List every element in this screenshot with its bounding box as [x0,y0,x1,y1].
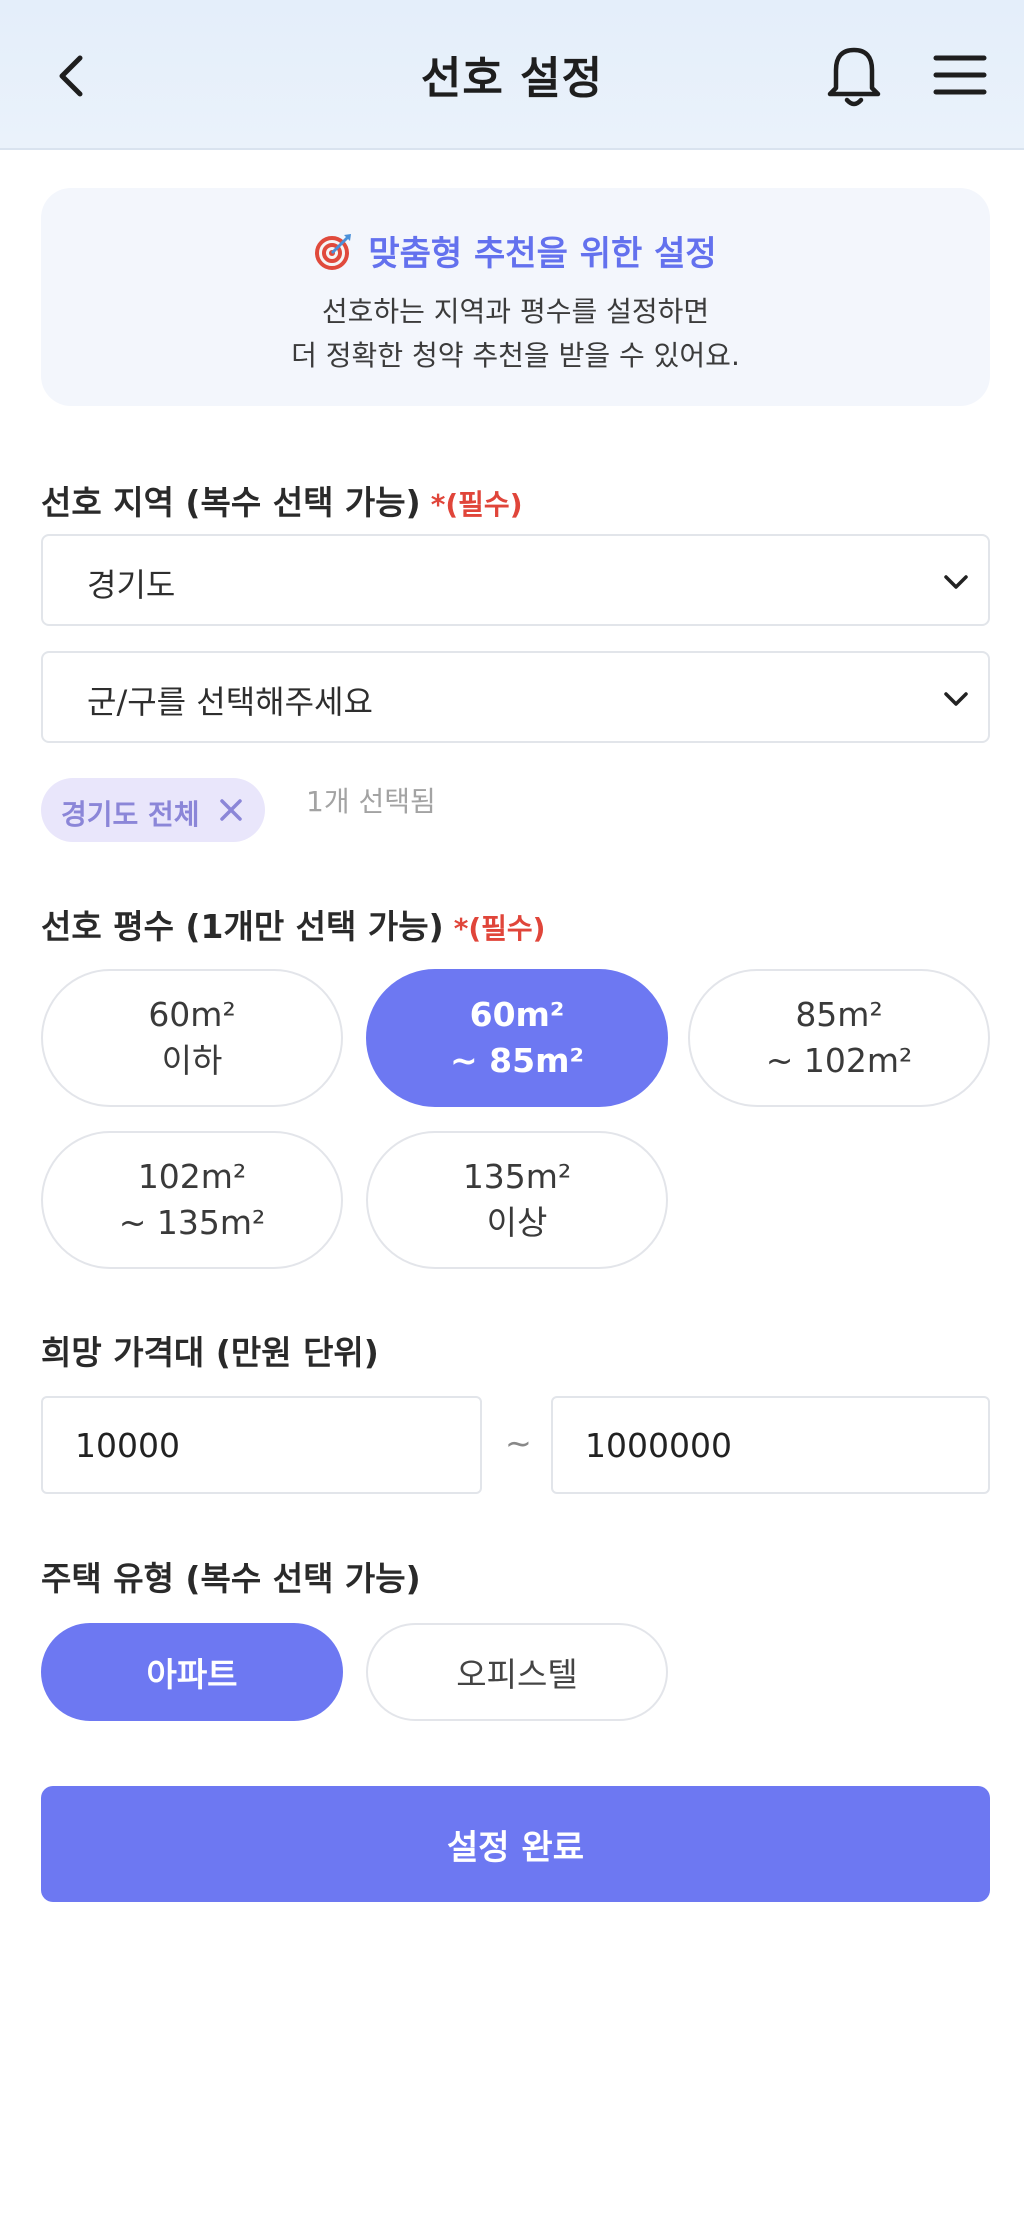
house-type-label: 오피스텔 [456,1655,578,1694]
size-option-1[interactable]: 60m² 이하 [41,969,343,1107]
province-select[interactable]: 경기도 [41,534,990,626]
info-card: 맞춤형 추천을 위한 설정 선호하는 지역과 평수를 설정하면 더 정확한 청약… [41,188,990,406]
size-option-line2: ~ 135m² [118,1203,266,1242]
chip-label: 경기도 전체 [61,798,200,831]
size-section-label: 선호 평수 (1개만 선택 가능) *(필수) [41,900,545,948]
chevron-down-icon [944,575,968,589]
selected-count: 1개 선택됨 [306,785,436,818]
district-select[interactable]: 군/구를 선택해주세요 [41,651,990,743]
hamburger-menu-icon [933,55,987,95]
bell-icon [827,47,881,107]
size-option-line1: 135m² [462,1157,572,1196]
price-min-value: 10000 [75,1426,180,1465]
size-option-line2: ~ 102m² [765,1041,913,1080]
size-option-line1: 60m² [469,995,565,1034]
size-label: 선호 평수 (1개만 선택 가능) [41,907,444,946]
size-option-line2: 이상 [486,1203,548,1242]
info-card-title-row: 맞춤형 추천을 위한 설정 [41,226,990,280]
size-option-line2: ~ 85m² [450,1041,584,1080]
info-card-line-1: 선호하는 지역과 평수를 설정하면 [321,295,710,328]
app-header: 선호 설정 [0,0,1024,150]
price-max-value: 1000000 [585,1426,732,1465]
house-type-section-label: 주택 유형 (복수 선택 가능) [41,1559,421,1598]
submit-button[interactable]: 설정 완료 [41,1786,990,1902]
required-mark: *(필수) [453,912,546,945]
size-option-line1: 85m² [795,995,883,1034]
size-option-4[interactable]: 102m² ~ 135m² [41,1131,343,1269]
menu-button[interactable] [930,50,990,100]
size-option-3[interactable]: 85m² ~ 102m² [688,969,990,1107]
house-type-apartment[interactable]: 아파트 [41,1623,343,1721]
house-type-officetel[interactable]: 오피스텔 [366,1623,668,1721]
chevron-down-icon [944,692,968,706]
house-type-label: 아파트 [146,1655,238,1694]
size-option-line1: 60m² [148,995,236,1034]
selected-region-chip: 경기도 전체 [41,778,265,842]
size-option-5[interactable]: 135m² 이상 [366,1131,668,1269]
region-section-label: 선호 지역 (복수 선택 가능) *(필수) [41,476,523,524]
province-select-value: 경기도 [87,566,176,604]
district-select-placeholder: 군/구를 선택해주세요 [87,683,373,721]
price-separator: ~ [505,1424,532,1462]
close-icon[interactable] [217,796,245,824]
price-section-label: 희망 가격대 (만원 단위) [41,1333,379,1372]
notification-button[interactable] [822,38,886,110]
size-option-line1: 102m² [137,1157,247,1196]
price-min-input[interactable]: 10000 [41,1396,482,1494]
size-option-2[interactable]: 60m² ~ 85m² [366,969,668,1107]
target-icon [314,231,354,280]
info-card-line-2: 더 정확한 청약 추천을 받을 수 있어요. [291,339,740,372]
size-option-line2: 이하 [161,1041,223,1080]
region-label: 선호 지역 (복수 선택 가능) [41,483,421,522]
info-card-title: 맞춤형 추천을 위한 설정 [368,234,717,274]
price-max-input[interactable]: 1000000 [551,1396,990,1494]
required-mark: *(필수) [430,488,523,521]
submit-button-label: 설정 완료 [447,1827,584,1868]
